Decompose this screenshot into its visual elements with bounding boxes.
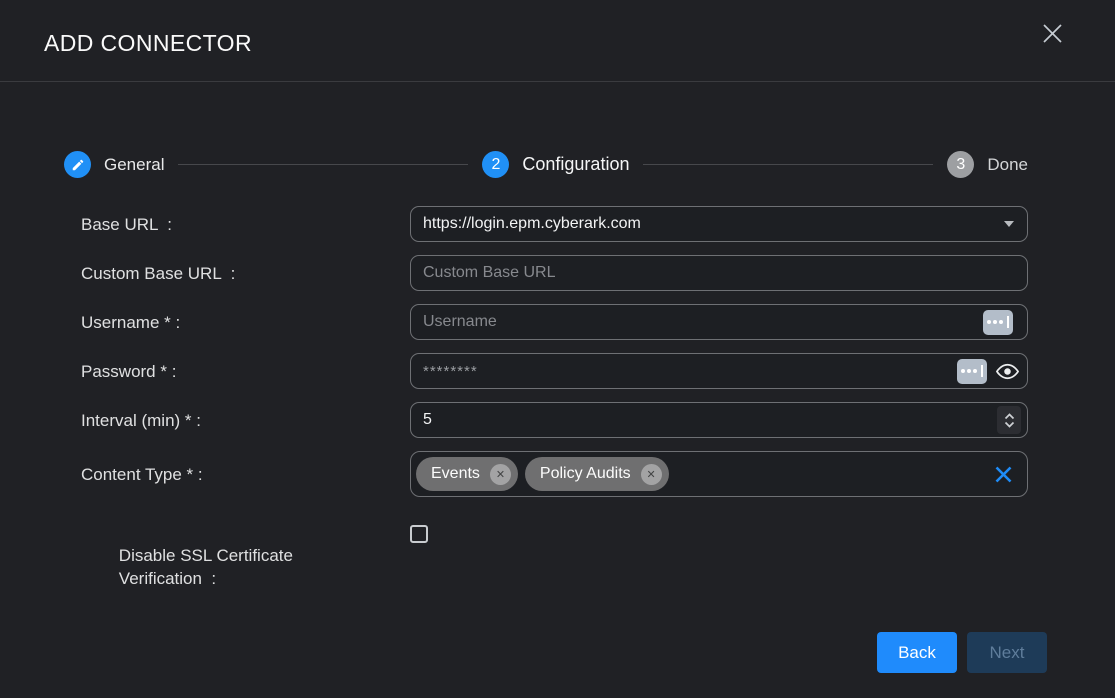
chip-remove-icon[interactable]: ✕ — [641, 464, 662, 485]
clear-x-icon — [994, 465, 1013, 484]
content-type-multiselect[interactable]: Events ✕ Policy Audits ✕ — [410, 451, 1028, 497]
base-url-value: https://login.epm.cyberark.com — [423, 215, 641, 233]
back-button[interactable]: Back — [877, 632, 957, 673]
ssl-checkbox[interactable] — [410, 525, 428, 543]
close-icon — [1041, 22, 1064, 45]
dialog-header: ADD CONNECTOR — [0, 0, 1115, 82]
chevron-down-icon — [1004, 221, 1014, 227]
vault-picker-icon — [987, 320, 991, 324]
dialog-footer: Back Next — [0, 632, 1115, 673]
chip-label: Events — [431, 465, 480, 483]
step-general-indicator — [64, 151, 91, 178]
username-input[interactable] — [423, 305, 983, 339]
pencil-icon — [71, 158, 85, 172]
password-input[interactable] — [423, 354, 957, 388]
step-done-label: Done — [987, 155, 1028, 175]
step-done-indicator: 3 — [947, 151, 974, 178]
chip-policy-audits: Policy Audits ✕ — [525, 457, 669, 491]
stepper-chevrons-icon — [1003, 412, 1016, 429]
step-general[interactable]: General — [64, 151, 164, 178]
chip-label: Policy Audits — [540, 465, 631, 483]
connector-form: Base URL : https://login.epm.cyberark.co… — [0, 206, 1115, 613]
vault-picker-button[interactable] — [983, 310, 1013, 335]
page-title: ADD CONNECTOR — [44, 30, 252, 57]
vault-picker-button[interactable] — [957, 359, 987, 384]
row-interval: Interval (min) * : — [81, 402, 1028, 438]
ssl-label: Disable SSL Certificate Verification : — [81, 521, 410, 613]
row-custom-base-url: Custom Base URL : — [81, 255, 1028, 291]
row-password: Password * : — [81, 353, 1028, 389]
show-password-button[interactable] — [996, 363, 1019, 380]
next-button[interactable]: Next — [967, 632, 1047, 673]
custom-base-url-input[interactable] — [423, 256, 1015, 290]
row-ssl-verification: Disable SSL Certificate Verification : — [81, 521, 1028, 613]
interval-label: Interval (min) * : — [81, 409, 410, 432]
eye-icon — [996, 363, 1019, 380]
custom-base-url-label: Custom Base URL : — [81, 262, 410, 285]
password-label: Password * : — [81, 360, 410, 383]
step-configuration-label: Configuration — [522, 154, 629, 175]
step-configuration-indicator: 2 — [482, 151, 509, 178]
row-content-type: Content Type * : Events ✕ Policy Audits … — [81, 451, 1028, 497]
base-url-dropdown[interactable]: https://login.epm.cyberark.com — [410, 206, 1028, 242]
vault-picker-icon — [961, 369, 965, 373]
row-username: Username * : — [81, 304, 1028, 340]
base-url-label: Base URL : — [81, 213, 410, 236]
step-connector-line — [178, 164, 468, 165]
content-type-label: Content Type * : — [81, 463, 410, 486]
row-base-url: Base URL : https://login.epm.cyberark.co… — [81, 206, 1028, 242]
number-stepper[interactable] — [997, 406, 1021, 434]
step-done[interactable]: 3 Done — [947, 151, 1028, 178]
wizard-stepper: General 2 Configuration 3 Done — [64, 151, 1028, 178]
interval-input[interactable] — [423, 403, 997, 437]
chip-remove-icon[interactable]: ✕ — [490, 464, 511, 485]
close-button[interactable] — [1039, 20, 1065, 46]
step-connector-line — [643, 164, 933, 165]
chip-events: Events ✕ — [416, 457, 518, 491]
clear-all-button[interactable] — [994, 465, 1013, 484]
step-general-label: General — [104, 155, 164, 175]
add-connector-dialog: ADD CONNECTOR General 2 Configuration 3 — [0, 0, 1115, 698]
step-configuration[interactable]: 2 Configuration — [482, 151, 629, 178]
username-label: Username * : — [81, 311, 410, 334]
